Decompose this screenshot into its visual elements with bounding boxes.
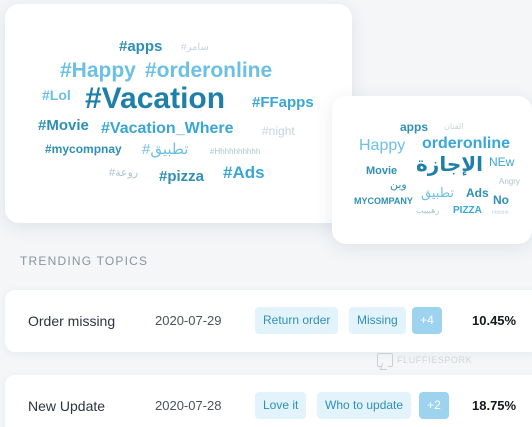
chat-bubble-icon [377, 353, 393, 367]
cloud-word: #pizza [159, 168, 205, 185]
cloud-word: #سامر [181, 42, 209, 53]
cloud-word: #Vacation_Where [101, 120, 234, 137]
cloud-word: #Movie [38, 117, 89, 134]
cloud-word: #mycompnay [45, 142, 122, 156]
topic-percentage: 18.75% [472, 398, 517, 413]
cloud-word: PIZZA [453, 205, 482, 216]
word-cloud-main: #apps #سامر #Happy #orderonline #Lol #Va… [5, 4, 352, 223]
watermark-text: FLUFFIESPORK [397, 355, 473, 365]
cloud-word: Angry [499, 177, 520, 186]
topic-tag[interactable]: Who to update [317, 392, 412, 419]
topic-tag[interactable]: Return order [255, 307, 339, 334]
topic-percentage: 10.45% [472, 313, 517, 328]
word-cloud-secondary: apps الفنان Happy orderonline الإجازة NE… [332, 96, 532, 244]
topic-tag[interactable]: Missing [349, 307, 406, 334]
topic-date: 2020-07-28 [155, 398, 222, 413]
trending-topic-row[interactable]: New Update 2020-07-28 Love it Who to upd… [5, 375, 532, 427]
topic-name: Order missing [28, 313, 116, 329]
more-tags-button[interactable]: +4 [412, 307, 442, 334]
cloud-word: #Lol [42, 87, 71, 103]
cloud-word: #Ads [223, 163, 265, 182]
cloud-word: #orderonline [145, 59, 273, 82]
cloud-word: #night [262, 124, 295, 138]
more-tags-button[interactable]: +2 [419, 392, 449, 419]
cloud-word: No [493, 193, 509, 207]
cloud-word: #apps [119, 38, 163, 55]
cloud-word: apps [400, 120, 429, 134]
cloud-word: Ads [466, 186, 489, 200]
trending-topic-row[interactable]: Order missing 2020-07-29 Return order Mi… [5, 290, 532, 352]
cloud-word: Movie [366, 165, 398, 177]
watermark: FLUFFIESPORK [377, 353, 472, 367]
cloud-word: رهيييب [416, 206, 440, 215]
topic-tag[interactable]: Love it [255, 392, 307, 419]
cloud-word: #روعة [109, 167, 139, 179]
cloud-word: #FFapps [252, 94, 314, 111]
cloud-word: #Happy [60, 59, 136, 82]
trending-topics-heading: TRENDING TOPICS [20, 254, 149, 268]
cloud-word: MYCOMPANY [354, 196, 413, 206]
cloud-word: الفنان [444, 122, 464, 131]
cloud-word: #Vacation [85, 82, 226, 115]
cloud-word: #تطبيق [142, 141, 189, 158]
cloud-word: تطبيق [421, 185, 454, 200]
topic-date: 2020-07-29 [155, 313, 222, 328]
cloud-word: Happy [359, 137, 406, 154]
cloud-word: وين [390, 179, 407, 191]
topic-name: New Update [28, 398, 106, 414]
cloud-word: NEw [489, 155, 515, 169]
cloud-word: #Hhhhhhhhhh [210, 147, 261, 156]
cloud-word: orderonline [422, 135, 511, 152]
cloud-word: hhhhhh [492, 210, 509, 216]
cloud-word: الإجازة [416, 154, 483, 176]
